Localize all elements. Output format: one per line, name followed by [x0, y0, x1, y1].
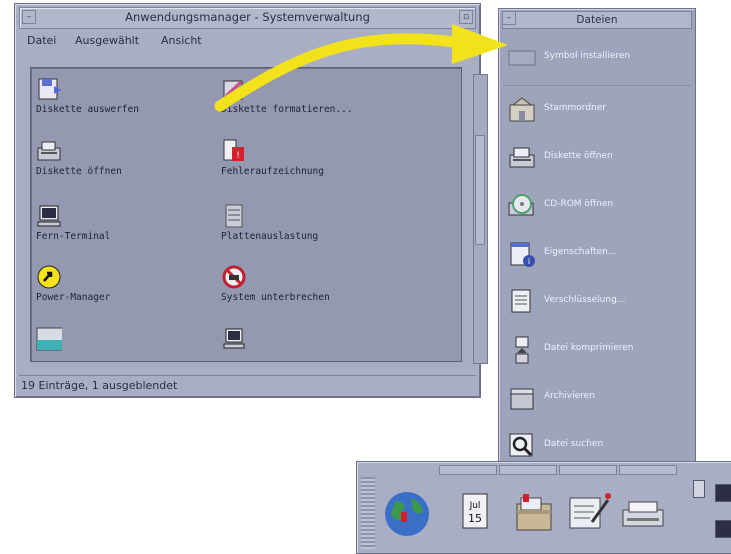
icon-area: Diskette auswerfen Diskette formatieren.… [30, 67, 462, 362]
lock-indicator[interactable] [693, 480, 705, 498]
eject-disk-icon [38, 78, 61, 100]
app-item-label: Diskette formatieren... [221, 104, 353, 115]
subpanel-item-label: Verschlüsselung... [544, 295, 626, 305]
window-menu-button[interactable]: – [22, 10, 36, 24]
file-manager-icon [516, 494, 552, 531]
subpanel-arrow-2[interactable] [499, 465, 557, 475]
subpanel-item-label: Archivieren [544, 391, 595, 401]
application-manager-window: – Anwendungsmanager - Systemverwaltung ▫… [14, 3, 488, 398]
subpanel-item-cdrom[interactable]: CD-ROM öffnen [507, 189, 689, 225]
app-item-remote-terminal[interactable]: Fern-Terminal [36, 203, 236, 251]
subpanel-item-find-file[interactable]: Datei suchen [507, 429, 689, 465]
app-item-format-disk[interactable]: Diskette formatieren... [221, 76, 421, 124]
app-item-suspend-system[interactable]: System unterbrechen [221, 264, 421, 312]
app-item-label: Power-Manager [36, 292, 111, 303]
subpanel-close-button[interactable]: – [502, 11, 516, 25]
globe-icon [385, 492, 429, 536]
open-disk-icon [509, 147, 535, 168]
subpanel-divider [503, 85, 691, 86]
app-item-monitor[interactable] [36, 326, 236, 374]
app-item-label: Diskette auswerfen [36, 104, 139, 115]
open-disk-icon [37, 141, 61, 161]
app-item-error-log[interactable]: ! Fehleraufzeichnung [221, 138, 421, 186]
subpanel-arrow-3[interactable] [559, 465, 617, 475]
menu-hilfe[interactable]: Hilfe [443, 34, 468, 47]
front-panel-file-manager[interactable] [507, 482, 563, 548]
subpanel-item-label: Datei komprimieren [544, 343, 634, 353]
vertical-scrollbar[interactable] [473, 74, 488, 364]
terminal-icon [37, 205, 61, 227]
calendar-month: Jul [469, 501, 481, 511]
install-icon-label: Symbol installieren [544, 51, 631, 61]
power-manager-icon [37, 265, 61, 289]
app-item-eject-disk[interactable]: Diskette auswerfen [36, 76, 236, 124]
front-panel-calendar[interactable]: Jul 15 [449, 482, 505, 548]
subpanel-item-encrypt[interactable]: Verschlüsselung... [507, 285, 689, 321]
suspend-system-icon [222, 265, 246, 289]
text-editor-icon [569, 493, 611, 529]
subpanel-item-properties[interactable]: i Eigenschaften... [507, 237, 689, 273]
files-subpanel: – Dateien Symbol installieren Stammordne… [498, 8, 696, 474]
app-item-label: Diskette öffnen [36, 166, 122, 177]
scrollbar-thumb[interactable] [475, 135, 485, 245]
compress-icon [515, 336, 529, 364]
svg-text:i: i [528, 257, 530, 266]
window-title: Anwendungsmanager - Systemverwaltung [125, 10, 370, 24]
app-item-power-manager[interactable]: Power-Manager [36, 264, 236, 312]
subpanel-title: Dateien [502, 11, 692, 29]
menu-ausgewaehlt[interactable]: Ausgewählt [75, 34, 139, 47]
status-bar: 19 Einträge, 1 ausgeblendet [19, 375, 476, 397]
front-panel: Jul 15 [356, 461, 731, 554]
subpanel-item-open-disk[interactable]: Diskette öffnen [507, 141, 689, 177]
front-panel-globe[interactable] [379, 482, 435, 548]
archive-icon [510, 388, 534, 410]
minimize-button[interactable]: ▫ [459, 10, 473, 24]
front-panel-handle[interactable] [361, 477, 375, 549]
error-log-icon: ! [223, 139, 244, 161]
install-icon-dropzone[interactable]: Symbol installieren [507, 41, 689, 77]
subpanel-item-label: Diskette öffnen [544, 151, 613, 161]
calendar-day: 15 [468, 512, 482, 525]
subpanel-item-label: Eigenschaften... [544, 247, 617, 257]
app-item-disk-usage[interactable]: Plattenauslastung [221, 203, 421, 251]
subpanel-item-home-folder[interactable]: Stammordner [507, 93, 689, 129]
encrypt-icon [511, 289, 531, 313]
format-disk-icon [223, 80, 243, 100]
subpanel-arrow-1[interactable] [439, 465, 497, 475]
window-titlebar[interactable]: – Anwendungsmanager - Systemverwaltung ▫ [19, 7, 476, 29]
workspace-button-2[interactable] [715, 520, 731, 538]
install-icon [508, 50, 536, 66]
subpanel-arrow-4[interactable] [619, 465, 677, 475]
menu-ansicht[interactable]: Ansicht [161, 34, 202, 47]
app-item-label: System unterbrechen [221, 292, 330, 303]
app-item-computer[interactable] [221, 326, 421, 374]
app-item-label: Fehleraufzeichnung [221, 166, 324, 177]
front-panel-printer[interactable] [617, 482, 673, 548]
subpanel-item-archive[interactable]: Archivieren [507, 381, 689, 417]
workspace-button-1[interactable] [715, 484, 731, 502]
app-item-label: Plattenauslastung [221, 231, 319, 242]
computer-icon [223, 328, 245, 349]
subpanel-item-compress[interactable]: Datei komprimieren [507, 333, 689, 369]
menu-datei[interactable]: Datei [27, 34, 56, 47]
calendar-icon: Jul 15 [462, 493, 488, 529]
home-folder-icon [509, 97, 535, 122]
subpanel-item-label: CD-ROM öffnen [544, 199, 614, 209]
svg-text:!: ! [236, 151, 240, 161]
monitor-icon [36, 327, 62, 351]
disk-usage-icon [225, 204, 243, 228]
find-file-icon [509, 433, 533, 457]
app-item-open-disk[interactable]: Diskette öffnen [36, 138, 236, 186]
subpanel-item-label: Datei suchen [544, 439, 604, 449]
front-panel-text-editor[interactable] [562, 482, 618, 548]
cdrom-icon [508, 194, 534, 216]
printer-icon [622, 501, 664, 527]
subpanel-item-label: Stammordner [544, 103, 606, 113]
app-item-label: Fern-Terminal [36, 231, 111, 242]
menu-bar: Datei Ausgewählt Ansicht Hilfe [19, 29, 476, 51]
properties-icon: i [510, 242, 535, 267]
